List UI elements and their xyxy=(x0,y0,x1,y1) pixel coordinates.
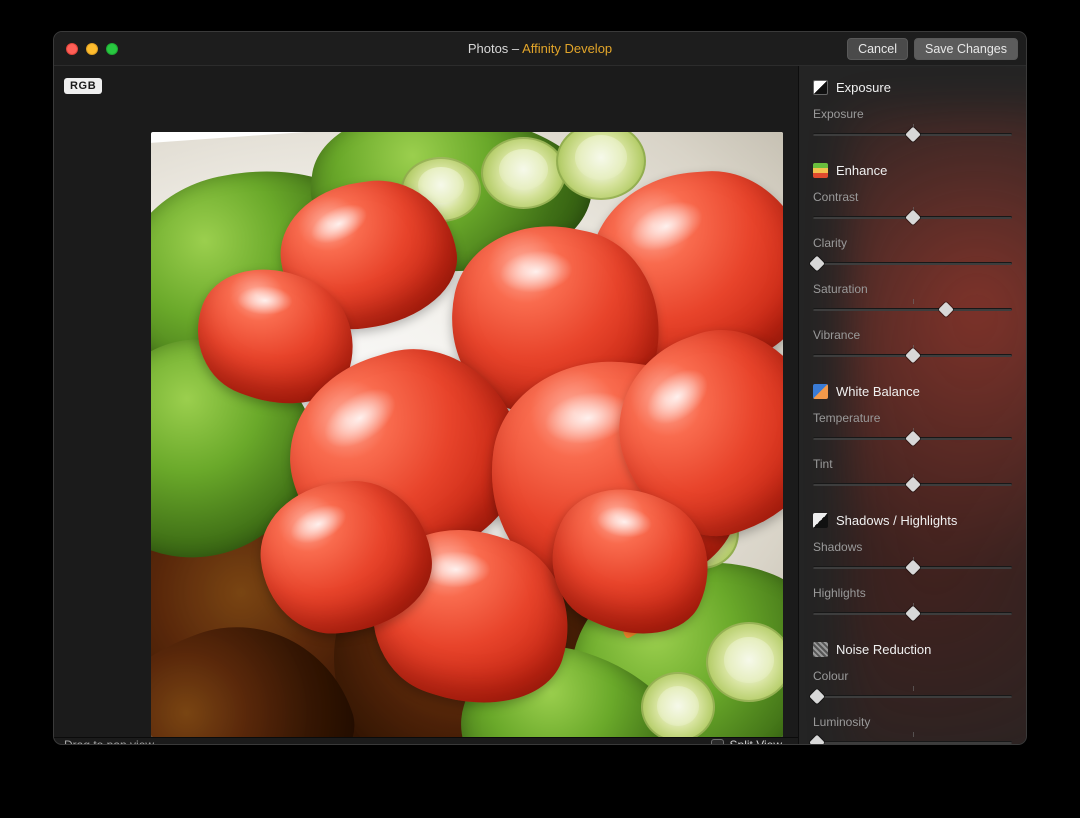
slider-label: Contrast xyxy=(813,190,1012,204)
split-view-toggle[interactable]: Split View xyxy=(711,738,782,745)
section-title: Exposure xyxy=(836,80,891,95)
slider-label: Vibrance xyxy=(813,328,1012,342)
slider-exposure: Exposure xyxy=(813,107,1012,141)
section-exposure: Exposure Exposure xyxy=(813,80,1012,141)
slider-shadows: Shadows xyxy=(813,540,1012,574)
slider-label: Shadows xyxy=(813,540,1012,554)
titlebar-actions: Cancel Save Changes xyxy=(847,38,1018,60)
section-title: Enhance xyxy=(836,163,887,178)
close-icon[interactable] xyxy=(66,43,78,55)
slider-track[interactable] xyxy=(813,431,1012,445)
section-enhance: Enhance Contrast Clarity Saturation Vibrance xyxy=(813,163,1012,362)
zoom-icon[interactable] xyxy=(106,43,118,55)
pixel-format-badge: RGB xyxy=(64,78,102,94)
slider-track[interactable] xyxy=(813,606,1012,620)
title-context: Affinity Develop xyxy=(522,41,612,56)
slider-track[interactable] xyxy=(813,735,1012,744)
slider-thumb[interactable] xyxy=(809,255,825,271)
section-header-noise_reduction[interactable]: Noise Reduction xyxy=(813,642,1012,657)
slider-thumb[interactable] xyxy=(905,347,921,363)
slider-thumb[interactable] xyxy=(905,559,921,575)
photo-preview xyxy=(151,132,783,737)
slider-thumb[interactable] xyxy=(809,734,825,744)
slider-label: Highlights xyxy=(813,586,1012,600)
title-separator: – xyxy=(508,41,522,56)
slider-label: Saturation xyxy=(813,282,1012,296)
title-app: Photos xyxy=(468,41,508,56)
slider-luminosity: Luminosity xyxy=(813,715,1012,744)
slider-track[interactable] xyxy=(813,560,1012,574)
slider-clarity: Clarity xyxy=(813,236,1012,270)
slider-thumb[interactable] xyxy=(905,605,921,621)
slider-temperature: Temperature xyxy=(813,411,1012,445)
checkbox-icon xyxy=(711,739,724,746)
slider-tint: Tint xyxy=(813,457,1012,491)
slider-track[interactable] xyxy=(813,302,1012,316)
slider-thumb[interactable] xyxy=(905,430,921,446)
slider-thumb[interactable] xyxy=(905,126,921,142)
slider-label: Tint xyxy=(813,457,1012,471)
section-header-white_balance[interactable]: White Balance xyxy=(813,384,1012,399)
image-viewport[interactable] xyxy=(54,66,798,737)
section-title: Noise Reduction xyxy=(836,642,931,657)
slider-label: Luminosity xyxy=(813,715,1012,729)
section-noise_reduction: Noise Reduction Colour Luminosity xyxy=(813,642,1012,744)
white_balance-icon xyxy=(813,384,828,399)
section-white_balance: White Balance Temperature Tint xyxy=(813,384,1012,491)
dialog-body: RGB xyxy=(54,66,1026,744)
slider-label: Clarity xyxy=(813,236,1012,250)
titlebar: Photos – Affinity Develop Cancel Save Ch… xyxy=(54,32,1026,66)
window-controls xyxy=(54,43,118,55)
save-button[interactable]: Save Changes xyxy=(914,38,1018,60)
slider-track[interactable] xyxy=(813,256,1012,270)
slider-track[interactable] xyxy=(813,127,1012,141)
section-title: Shadows / Highlights xyxy=(836,513,957,528)
dialog-window: Photos – Affinity Develop Cancel Save Ch… xyxy=(53,31,1027,745)
section-header-enhance[interactable]: Enhance xyxy=(813,163,1012,178)
enhance-icon xyxy=(813,163,828,178)
exposure-icon xyxy=(813,80,828,95)
slider-track[interactable] xyxy=(813,210,1012,224)
slider-contrast: Contrast xyxy=(813,190,1012,224)
pan-hint: Drag to pan view. xyxy=(64,738,157,745)
section-header-exposure[interactable]: Exposure xyxy=(813,80,1012,95)
section-shadows_highlights: Shadows / Highlights Shadows Highlights xyxy=(813,513,1012,620)
slider-thumb[interactable] xyxy=(939,301,955,317)
slider-highlights: Highlights xyxy=(813,586,1012,620)
noise_reduction-icon xyxy=(813,642,828,657)
slider-thumb[interactable] xyxy=(905,209,921,225)
minimize-icon[interactable] xyxy=(86,43,98,55)
slider-vibrance: Vibrance xyxy=(813,328,1012,362)
slider-label: Temperature xyxy=(813,411,1012,425)
canvas-area: RGB xyxy=(54,66,798,744)
cancel-button[interactable]: Cancel xyxy=(847,38,908,60)
slider-thumb[interactable] xyxy=(809,688,825,704)
section-title: White Balance xyxy=(836,384,920,399)
slider-thumb[interactable] xyxy=(905,476,921,492)
split-view-label: Split View xyxy=(730,738,782,745)
section-header-shadows_highlights[interactable]: Shadows / Highlights xyxy=(813,513,1012,528)
slider-colour: Colour xyxy=(813,669,1012,703)
slider-track[interactable] xyxy=(813,477,1012,491)
slider-label: Exposure xyxy=(813,107,1012,121)
slider-track[interactable] xyxy=(813,689,1012,703)
slider-label: Colour xyxy=(813,669,1012,683)
canvas-footer: Drag to pan view. Split View xyxy=(54,737,798,745)
slider-saturation: Saturation xyxy=(813,282,1012,316)
slider-track[interactable] xyxy=(813,348,1012,362)
develop-panel: Exposure Exposure Enhance Contrast Clarity Sa… xyxy=(798,66,1026,744)
shadows_highlights-icon xyxy=(813,513,828,528)
